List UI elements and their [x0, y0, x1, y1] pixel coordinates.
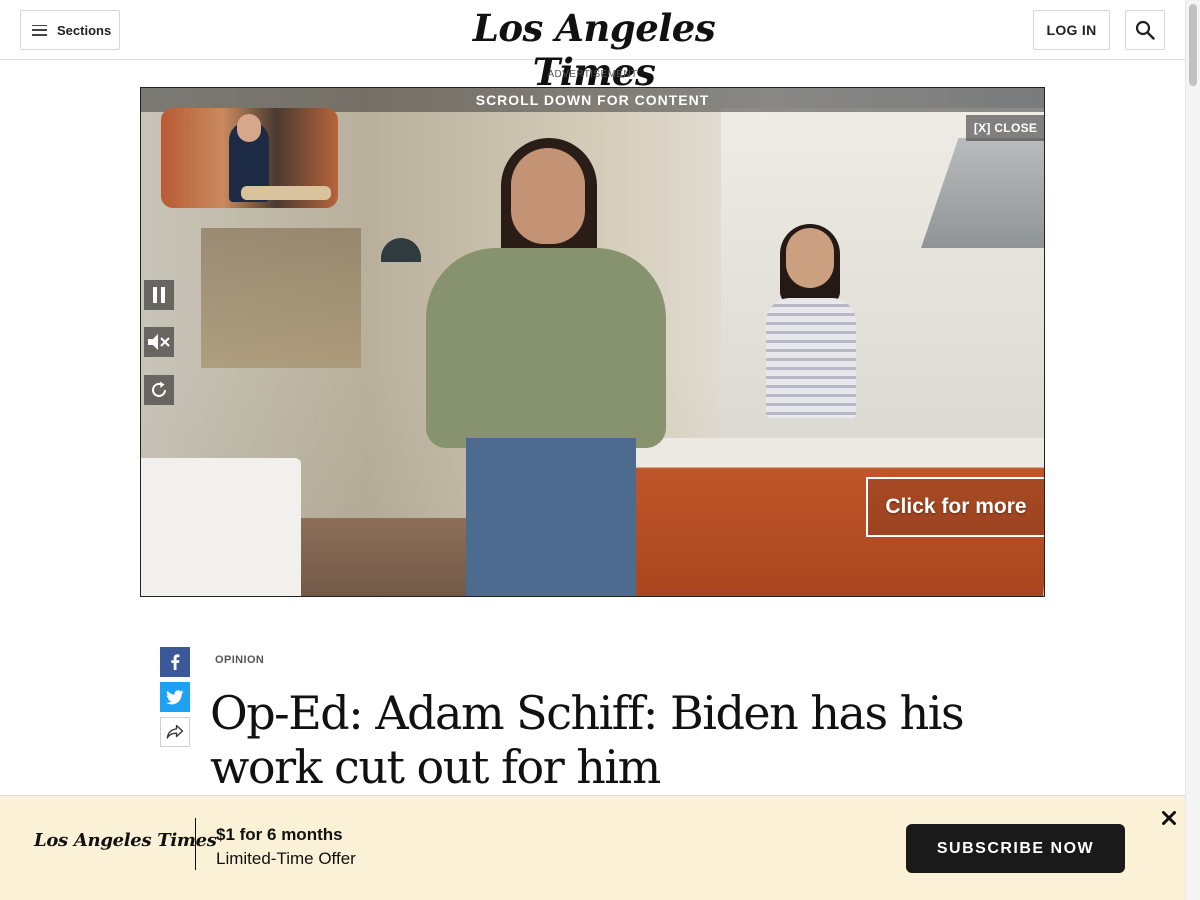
subscribe-banner: Los Angeles Times $1 for 6 months Limite… [0, 795, 1185, 900]
subscribe-logo: Los Angeles Times [34, 830, 217, 851]
sections-button[interactable]: Sections [20, 10, 120, 50]
close-icon [1162, 811, 1176, 825]
ad-video-frame [201, 228, 361, 368]
ad-video-frame [406, 138, 676, 596]
subscribe-divider [195, 818, 196, 870]
subscribe-offer: Limited-Time Offer [216, 849, 356, 868]
scrollbar-thumb[interactable] [1189, 4, 1197, 86]
ad-close-button[interactable]: [X] CLOSE [966, 115, 1044, 141]
hamburger-icon [32, 24, 47, 36]
twitter-share-button[interactable] [160, 682, 190, 712]
ad-video-frame [141, 458, 301, 596]
pause-button[interactable] [144, 280, 174, 310]
facebook-icon [171, 654, 180, 670]
sections-label: Sections [57, 22, 112, 38]
ad-click-for-more-button[interactable]: Click for more [866, 477, 1044, 537]
subscribe-close-button[interactable] [1159, 808, 1179, 828]
ad-thumbnail[interactable] [161, 108, 338, 208]
ad-video-frame [756, 224, 866, 418]
video-advertisement[interactable]: SCROLL DOWN FOR CONTENT [X] CLOSE Click … [140, 87, 1045, 597]
pause-icon [153, 287, 165, 303]
twitter-icon [166, 689, 184, 704]
facebook-share-button[interactable] [160, 647, 190, 677]
mute-button[interactable] [144, 327, 174, 357]
advertisement-label: ADVERTISEMENT [547, 69, 638, 80]
search-icon [1135, 20, 1155, 40]
replay-button[interactable] [144, 375, 174, 405]
replay-icon [152, 381, 166, 397]
article-section-label[interactable]: OPINION [215, 654, 264, 666]
search-button[interactable] [1125, 10, 1165, 50]
mute-icon [148, 334, 170, 350]
site-logo[interactable]: Los Angeles Times [436, 6, 752, 94]
share-icon [166, 724, 184, 739]
article-headline: Op-Ed: Adam Schiff: Biden has his work c… [210, 686, 965, 794]
login-button[interactable]: LOG IN [1033, 10, 1110, 50]
subscribe-now-button[interactable]: SUBSCRIBE NOW [906, 824, 1125, 873]
page-scrollbar[interactable] [1185, 0, 1200, 900]
site-header: Sections Los Angeles Times LOG IN [0, 0, 1185, 94]
subscribe-price: $1 for 6 months [216, 825, 343, 844]
share-button[interactable] [160, 717, 190, 747]
